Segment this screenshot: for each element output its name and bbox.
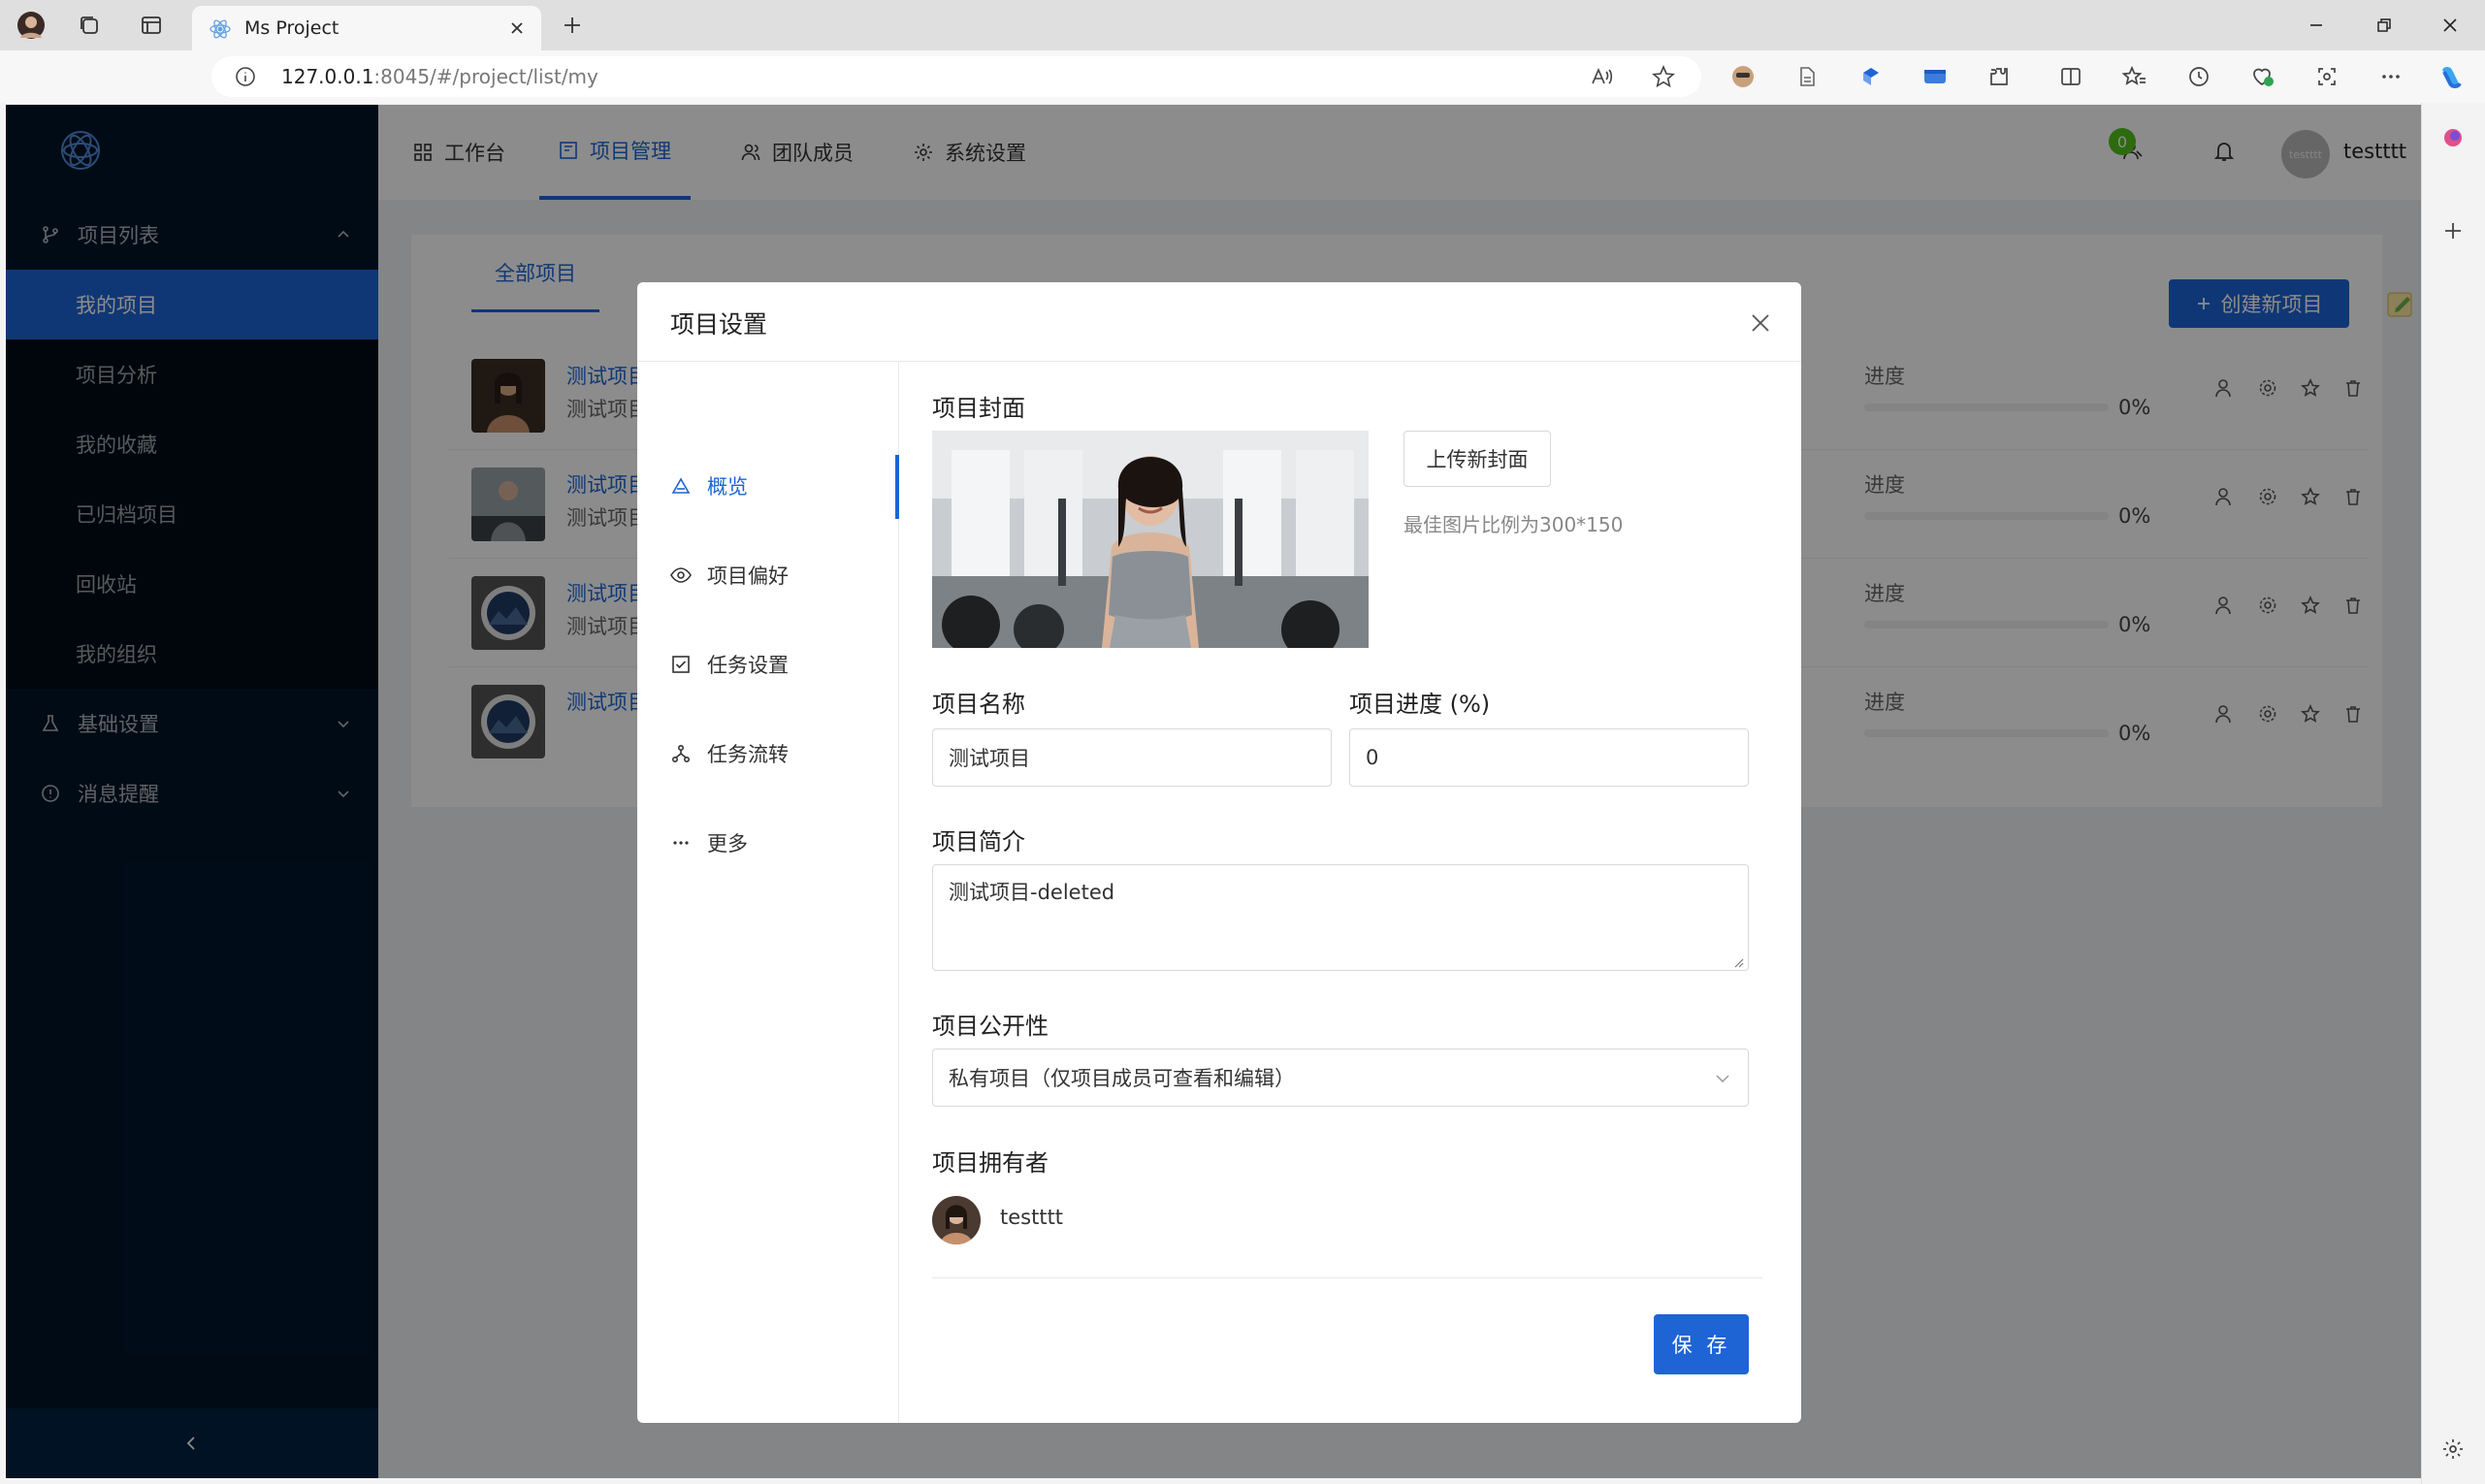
- read-aloud-icon[interactable]: [1589, 64, 1614, 89]
- react-favicon-icon: [210, 18, 231, 40]
- minimize-window-icon[interactable]: [2289, 8, 2343, 43]
- modal-menu-label: 任务流转: [707, 743, 789, 766]
- project-name-label: 项目名称: [932, 691, 1025, 718]
- browser-tab-title: Ms Project: [244, 17, 339, 39]
- favorite-star-icon[interactable]: [1651, 64, 1676, 89]
- progress-field-label: 项目进度 (%): [1349, 691, 1491, 718]
- modal-menu-label: 任务设置: [707, 654, 789, 677]
- extension-face-icon[interactable]: [1727, 60, 1759, 93]
- screenshot-icon[interactable]: [2310, 60, 2343, 93]
- extensions-puzzle-icon[interactable]: [1983, 60, 2016, 93]
- visibility-select[interactable]: 私有项目（仅项目成员可查看和编辑）: [932, 1048, 1749, 1107]
- progress-input[interactable]: 0: [1349, 728, 1749, 787]
- avatar: [932, 1196, 981, 1244]
- project-name-input[interactable]: 测试项目: [932, 728, 1332, 787]
- modal-menu-task-settings[interactable]: 任务设置: [670, 643, 893, 686]
- project-desc-value: 测试项目-deleted: [949, 881, 1115, 904]
- close-window-icon[interactable]: [2423, 8, 2477, 43]
- copilot-icon[interactable]: [2435, 60, 2468, 93]
- more-menu-icon[interactable]: [2374, 60, 2407, 93]
- warning-triangle-icon: [670, 477, 692, 495]
- project-settings-modal: 项目设置 概览 项目偏好 任务设置 任务流转 更多 项目封面 上传新封面 最佳图…: [637, 282, 1801, 1423]
- modal-menu-preferences[interactable]: 项目偏好: [670, 554, 893, 597]
- modal-side-menu: 概览 项目偏好 任务设置 任务流转 更多: [637, 362, 899, 1423]
- chevron-down-icon: [1715, 1073, 1730, 1084]
- favorites-icon[interactable]: [2118, 60, 2151, 93]
- modal-menu-label: 更多: [707, 832, 748, 855]
- project-desc-label: 项目简介: [932, 828, 1025, 855]
- workspaces-icon[interactable]: [70, 8, 109, 43]
- extension-window-icon[interactable]: [1919, 60, 1952, 93]
- ellipsis-icon: [670, 840, 692, 846]
- browser-sidebar-rail: [2421, 103, 2485, 1484]
- owner-name: testttt: [1000, 1206, 1064, 1229]
- app-window: 项目列表 我的项目 项目分析 我的收藏 已归档项目 回收站 我的组织 基础设置 …: [6, 105, 2421, 1478]
- health-heart-icon[interactable]: [2246, 60, 2279, 93]
- sidebar-app-icon[interactable]: [2434, 118, 2472, 157]
- site-info-icon[interactable]: [235, 66, 256, 87]
- cover-hint: 最佳图片比例为300*150: [1404, 513, 1624, 536]
- modal-menu-label: 概览: [707, 475, 748, 499]
- modal-menu-task-flow[interactable]: 任务流转: [670, 732, 893, 775]
- restore-window-icon[interactable]: [2357, 8, 2411, 43]
- address-bar[interactable]: 127.0.0.1:8045/#/project/list/my: [211, 56, 1701, 97]
- browser-tab-active[interactable]: Ms Project: [192, 6, 541, 50]
- checkbox-icon: [670, 656, 692, 673]
- close-icon[interactable]: [1743, 306, 1778, 340]
- cover-label: 项目封面: [932, 395, 1025, 422]
- extension-doc-icon[interactable]: [1791, 60, 1823, 93]
- new-tab-icon[interactable]: [553, 8, 592, 43]
- resize-grip-icon[interactable]: [1732, 956, 1744, 968]
- visibility-label: 项目公开性: [932, 1013, 1049, 1040]
- project-name-value: 测试项目: [949, 747, 1030, 770]
- tab-actions-icon[interactable]: [132, 8, 171, 43]
- history-icon[interactable]: [2182, 60, 2215, 93]
- modal-title: 项目设置: [670, 310, 768, 339]
- cover-image: [932, 431, 1369, 648]
- divider: [932, 1277, 1762, 1278]
- progress-value: 0: [1366, 746, 1379, 769]
- url-text: 127.0.0.1:8045/#/project/list/my: [281, 65, 598, 88]
- owner-label: 项目拥有者: [932, 1149, 1049, 1177]
- eye-icon: [670, 567, 692, 583]
- project-desc-textarea[interactable]: 测试项目-deleted: [932, 864, 1749, 971]
- active-indicator: [895, 455, 899, 519]
- profile-avatar-icon[interactable]: [12, 8, 50, 43]
- close-tab-icon[interactable]: [504, 16, 530, 41]
- visibility-value: 私有项目（仅项目成员可查看和编辑）: [949, 1067, 1295, 1090]
- modal-menu-label: 项目偏好: [707, 565, 789, 588]
- split-screen-icon[interactable]: [2054, 60, 2087, 93]
- save-button[interactable]: 保 存: [1654, 1314, 1749, 1374]
- extension-cube-icon[interactable]: [1855, 60, 1888, 93]
- upload-cover-button[interactable]: 上传新封面: [1404, 431, 1551, 487]
- browser-tab-strip: Ms Project: [0, 0, 2485, 50]
- modal-menu-more[interactable]: 更多: [670, 822, 893, 864]
- sidebar-settings-icon[interactable]: [2434, 1430, 2472, 1468]
- add-sidebar-app-icon[interactable]: [2434, 211, 2472, 250]
- modal-header: 项目设置: [637, 282, 1801, 362]
- flow-icon: [670, 744, 692, 763]
- modal-menu-overview[interactable]: 概览: [670, 465, 893, 507]
